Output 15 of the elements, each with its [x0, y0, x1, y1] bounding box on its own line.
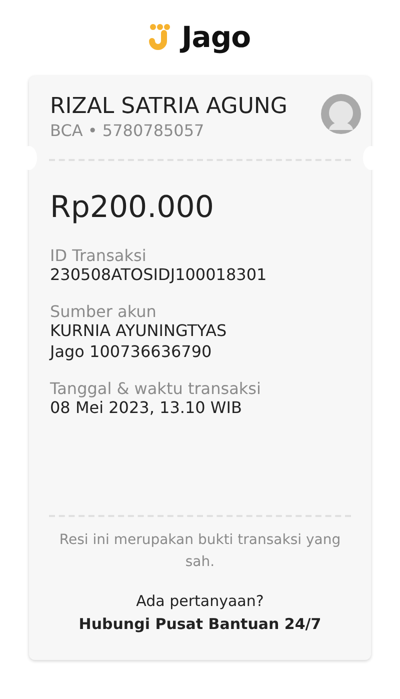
- question-text: Ada pertanyaan?: [135, 590, 265, 612]
- field-label: Tanggal & waktu transaksi: [50, 379, 262, 398]
- field-value: 230508ATOSIDJ100018301: [50, 265, 268, 286]
- field-value: 08 Mei 2023, 13.10 WIB: [50, 398, 243, 420]
- field-value: KURNIA AYUNINGTYAS: [50, 321, 228, 342]
- receipt-note: Resi ini merupakan bukti transaksi yang sah.: [58, 531, 342, 572]
- avatar-icon: [321, 94, 361, 134]
- logo-text: Jago: [181, 19, 251, 56]
- field-label: ID Transaksi: [50, 246, 148, 266]
- account-number: BCA • 5780785057: [50, 120, 206, 142]
- help-center-link[interactable]: Hubungi Pusat Bantuan 24/7: [78, 615, 322, 634]
- field-value: Jago 100736636790: [50, 342, 213, 364]
- field-label: Sumber akun: [50, 302, 158, 322]
- amount: Rp200.000: [50, 189, 215, 228]
- recipient-name: RIZAL SATRIA AGUNG: [50, 94, 288, 120]
